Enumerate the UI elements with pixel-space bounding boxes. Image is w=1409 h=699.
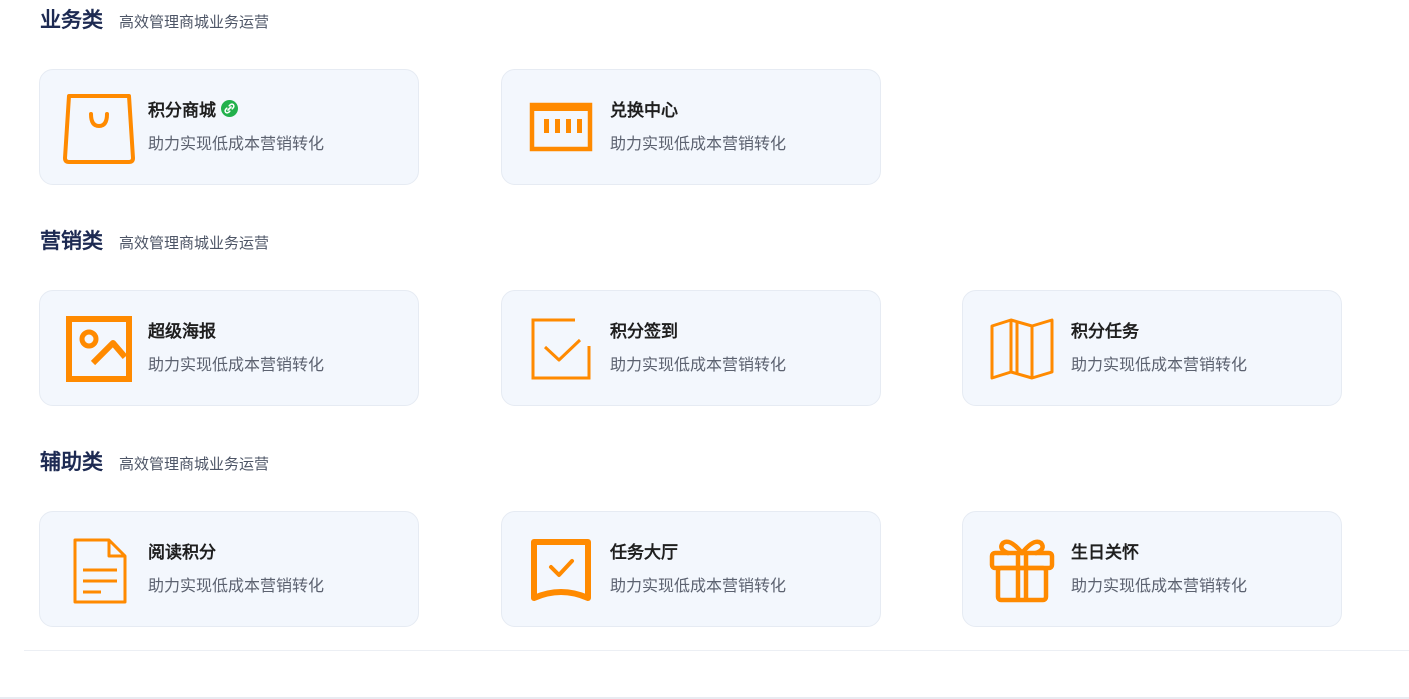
card-title: 积分签到 xyxy=(610,322,678,342)
card-desc: 助力实现低成本营销转化 xyxy=(610,355,787,374)
card-title: 阅读积分 xyxy=(148,543,216,563)
barcode-box-icon xyxy=(525,92,597,164)
section-header: 营销类 高效管理商城业务运营 xyxy=(40,225,269,255)
section-title: 营销类 xyxy=(40,229,103,253)
card-title-text: 积分商城 xyxy=(148,101,216,121)
card-title: 积分商城 xyxy=(148,96,238,121)
document-icon xyxy=(63,534,135,606)
checkmark-box-icon xyxy=(525,313,597,385)
section-subtitle: 高效管理商城业务运营 xyxy=(119,13,270,31)
card-desc: 助力实现低成本营销转化 xyxy=(1071,355,1248,374)
section-title: 辅助类 xyxy=(40,450,103,474)
section-header: 辅助类 高效管理商城业务运营 xyxy=(40,446,269,476)
link-badge-icon xyxy=(221,100,238,117)
card-desc: 助力实现低成本营销转化 xyxy=(148,576,325,595)
section-subtitle: 高效管理商城业务运营 xyxy=(119,455,270,473)
footer-divider xyxy=(24,650,1409,651)
card-title: 兑换中心 xyxy=(610,101,678,121)
card-exchange-center[interactable]: 兑换中心 助力实现低成本营销转化 xyxy=(501,69,881,185)
shopping-bag-icon xyxy=(63,92,135,164)
gift-icon xyxy=(986,534,1058,606)
card-title: 任务大厅 xyxy=(610,543,678,563)
card-desc: 助力实现低成本营销转化 xyxy=(610,576,787,595)
card-reading-points[interactable]: 阅读积分 助力实现低成本营销转化 xyxy=(39,511,419,627)
section-title: 业务类 xyxy=(40,8,103,32)
card-desc: 助力实现低成本营销转化 xyxy=(148,134,325,153)
section-subtitle: 高效管理商城业务运营 xyxy=(119,234,270,252)
folded-map-icon xyxy=(986,313,1058,385)
task-banner-icon xyxy=(525,534,597,606)
card-points-task[interactable]: 积分任务 助力实现低成本营销转化 xyxy=(962,290,1342,406)
card-points-checkin[interactable]: 积分签到 助力实现低成本营销转化 xyxy=(501,290,881,406)
card-super-poster[interactable]: 超级海报 助力实现低成本营销转化 xyxy=(39,290,419,406)
card-points-mall[interactable]: 积分商城 助力实现低成本营销转化 xyxy=(39,69,419,185)
card-desc: 助力实现低成本营销转化 xyxy=(148,355,325,374)
card-task-hall[interactable]: 任务大厅 助力实现低成本营销转化 xyxy=(501,511,881,627)
card-desc: 助力实现低成本营销转化 xyxy=(610,134,787,153)
card-birthday-care[interactable]: 生日关怀 助力实现低成本营销转化 xyxy=(962,511,1342,627)
card-title: 生日关怀 xyxy=(1071,543,1139,563)
card-desc: 助力实现低成本营销转化 xyxy=(1071,576,1248,595)
card-title: 积分任务 xyxy=(1071,322,1139,342)
card-title: 超级海报 xyxy=(148,322,216,342)
image-poster-icon xyxy=(63,313,135,385)
section-header: 业务类 高效管理商城业务运营 xyxy=(40,4,269,34)
